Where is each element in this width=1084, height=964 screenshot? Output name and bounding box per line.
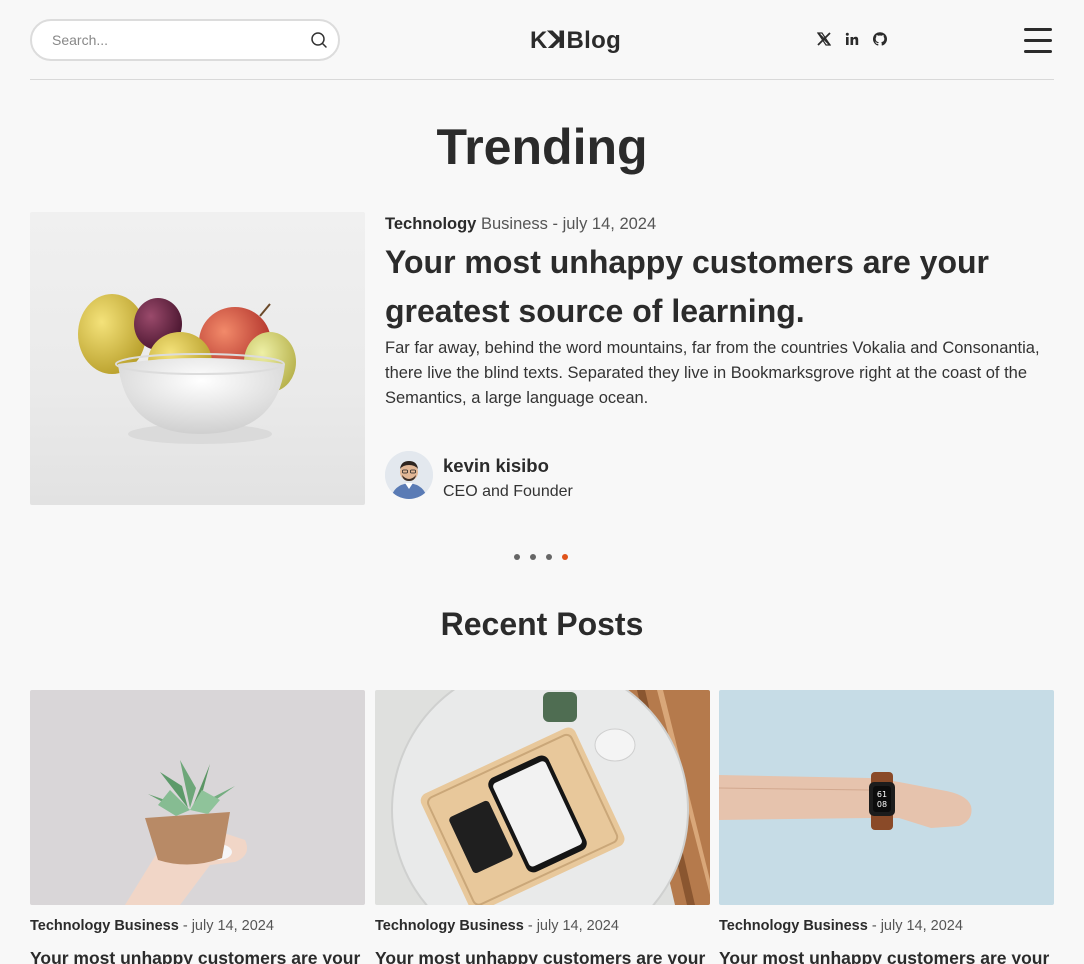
site-header: KꓘBlog <box>30 0 1054 80</box>
post-meta: Technology Business - july 14, 2024 <box>375 918 710 934</box>
author-name[interactable]: kevin kisibo <box>443 455 549 477</box>
post-title[interactable]: Your most unhappy customers are your gre… <box>30 946 365 964</box>
post-date: july 14, 2024 <box>880 918 963 934</box>
carousel-dot-3[interactable] <box>546 554 552 560</box>
meta-separator: - <box>178 918 192 934</box>
trending-post-image[interactable] <box>30 212 365 505</box>
svg-text:61: 61 <box>877 790 887 799</box>
post-date: july 14, 2024 <box>191 918 274 934</box>
trending-post-meta: Technology Business - july 14, 2024 <box>385 215 656 234</box>
linkedin-icon[interactable] <box>844 31 860 47</box>
trending-heading: Trending <box>436 119 648 175</box>
category-tag[interactable]: Technology <box>385 215 476 233</box>
post-card[interactable]: 61 08 Technology Business - july 14, 202… <box>719 690 1054 964</box>
post-card[interactable]: Technology Business - july 14, 2024 Your… <box>30 690 365 964</box>
category-tag[interactable]: Technology Business <box>30 918 179 934</box>
carousel-dot-1[interactable] <box>514 554 520 560</box>
meta-separator: - <box>867 918 881 934</box>
category-tag[interactable]: Technology Business <box>719 918 868 934</box>
search-box <box>30 19 340 61</box>
post-card[interactable]: Technology Business - july 14, 2024 Your… <box>375 690 710 964</box>
x-icon[interactable] <box>816 31 832 47</box>
site-logo[interactable]: KꓘBlog <box>530 26 621 55</box>
author-avatar[interactable] <box>385 451 433 499</box>
post-date: july 14, 2024 <box>562 215 657 233</box>
hamburger-menu-icon[interactable] <box>1024 27 1052 53</box>
recent-posts-heading: Recent Posts <box>440 606 644 642</box>
social-links <box>816 31 888 47</box>
author-role: CEO and Founder <box>443 483 573 500</box>
svg-text:08: 08 <box>877 800 887 809</box>
trending-post-title[interactable]: Your most unhappy customers are your gre… <box>385 238 1055 336</box>
carousel-dots <box>514 554 568 560</box>
post-title[interactable]: Your most unhappy customers are your gre… <box>375 946 710 964</box>
github-icon[interactable] <box>872 31 888 47</box>
post-title[interactable]: Your most unhappy customers are your gre… <box>719 946 1054 964</box>
meta-separator: - <box>547 215 563 233</box>
carousel-dot-2[interactable] <box>530 554 536 560</box>
post-date: july 14, 2024 <box>536 918 619 934</box>
post-meta: Technology Business - july 14, 2024 <box>30 918 365 934</box>
post-thumbnail[interactable] <box>375 690 710 905</box>
search-input[interactable] <box>52 30 292 50</box>
trending-post-excerpt: Far far away, behind the word mountains,… <box>385 339 1040 407</box>
meta-separator: - <box>523 918 537 934</box>
search-icon[interactable] <box>310 31 328 49</box>
category-tag[interactable]: Business <box>481 215 548 233</box>
post-thumbnail[interactable] <box>30 690 365 905</box>
post-meta: Technology Business - july 14, 2024 <box>719 918 1054 934</box>
post-thumbnail[interactable]: 61 08 <box>719 690 1054 905</box>
category-tag[interactable]: Technology Business <box>375 918 524 934</box>
carousel-dot-4[interactable] <box>562 554 568 560</box>
